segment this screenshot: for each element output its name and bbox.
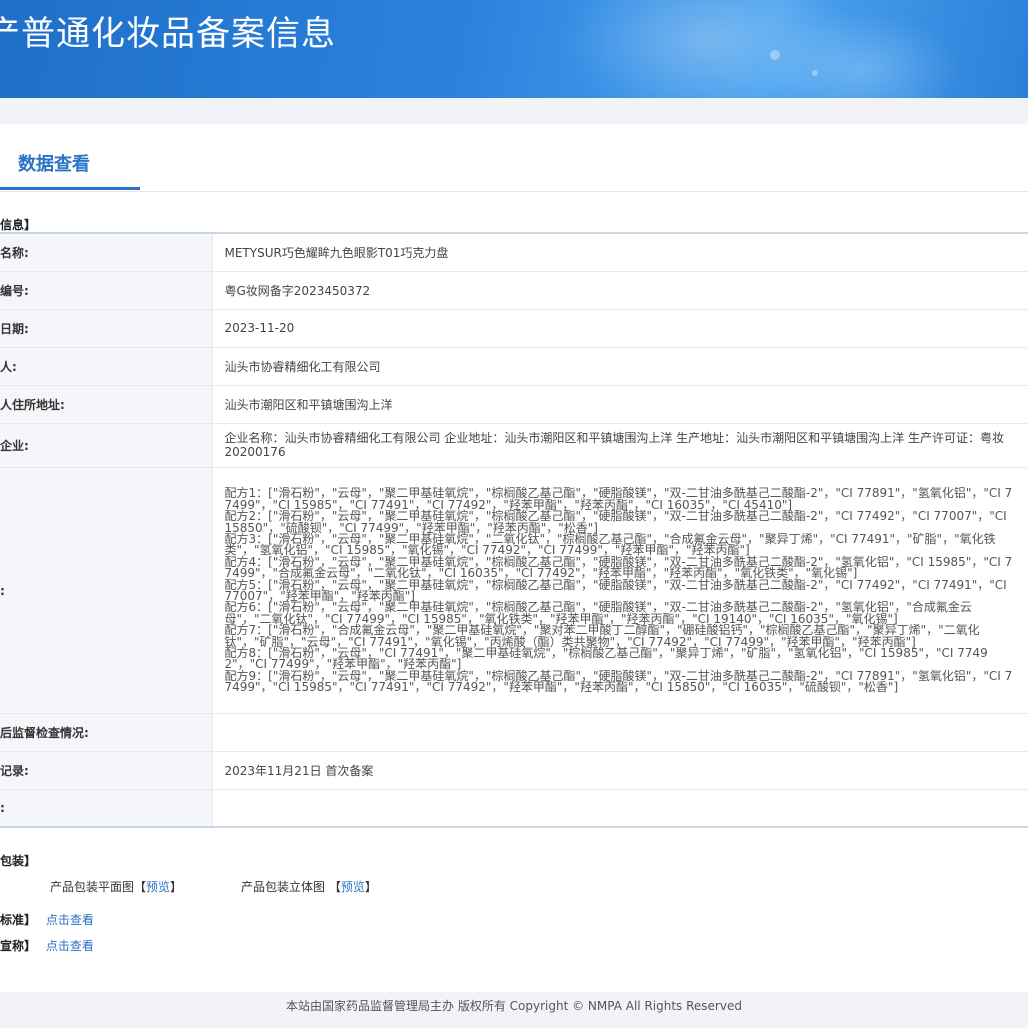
header-banner: 产普通化妆品备案信息: [0, 0, 1028, 98]
tab-bar: 数据查看: [0, 124, 1028, 192]
formula-item: 配方2：["滑石粉"，"云母"，"聚二甲基硅氧烷"，"棕榈酸乙基己酯"，"硬脂酸…: [224, 509, 1007, 535]
table-row: 注:: [0, 788, 1028, 828]
package-3d-row: 产品包装立体图 【预览】: [241, 878, 377, 895]
package-flat-preview-link[interactable]: 预览: [146, 880, 170, 894]
banner-dot: [770, 50, 780, 60]
formula-item: 配方7：["滑石粉"，"合成氟金云母"，"聚二甲基硅氧烷"，"聚对苯二甲酸丁二醇…: [224, 623, 980, 649]
table-row: 分: 配方1：["滑石粉"，"云母"，"聚二甲基硅氧烷"，"棕榈酸乙基己酯"，"…: [0, 466, 1028, 713]
formula-item: 配方8：["滑石粉"，"云母"，"CI 77491"，"聚二甲基硅氧烷"，"棕榈…: [224, 646, 988, 672]
product-info-table: 品名称: METYSUR巧色耀眸九色眼影T01巧克力盘 案编号: 粤G妆网备字2…: [0, 232, 1028, 828]
table-row: 案人住所地址: 汕头市潮阳区和平镇塘围沟上洋: [0, 384, 1028, 423]
bracket: 】: [170, 880, 183, 894]
row-label: 分:: [0, 466, 213, 713]
standard-label: 行标准】: [0, 913, 37, 927]
section-title-product-info: 品信息】: [0, 218, 37, 232]
package-flat-label: 产品包装平面图: [50, 880, 135, 894]
formula-item: 配方4：["滑石粉"，"云母"，"聚二甲基硅氧烷"，"棕榈酸乙基己酯"，"硬脂酸…: [224, 554, 1013, 581]
supervision-value: [212, 712, 1028, 751]
banner-dot: [812, 70, 818, 76]
remarks-value: [212, 788, 1028, 828]
table-row: 案日期: 2023-11-20: [0, 308, 1028, 347]
registrant-value: 汕头市协睿精细化工有限公司: [212, 346, 1028, 385]
formula-item: 配方5：["滑石粉"，"云母"，"聚二甲基硅氧烷"，"棕榈酸乙基己酯"，"硬脂酸…: [224, 577, 1007, 603]
formula-item: 配方1：["滑石粉"，"云母"，"聚二甲基硅氧烷"，"棕榈酸乙基己酯"，"硬脂酸…: [224, 486, 1013, 512]
row-label: 史记录:: [0, 750, 213, 789]
product-name-value: METYSUR巧色耀眸九色眼影T01巧克力盘: [212, 232, 1028, 271]
table-row: 案后监督检查情况:: [0, 712, 1028, 751]
history-value: 2023年11月21日 首次备案: [212, 750, 1028, 789]
formula-item: 配方6：["滑石粉"，"云母"，"聚二甲基硅氧烷"，"棕榈酸乙基己酯"，"硬脂酸…: [224, 600, 972, 626]
page-title: 产普通化妆品备案信息: [0, 14, 336, 54]
row-label: 案人:: [0, 346, 213, 385]
standard-row: 行标准】 点击查看: [0, 911, 94, 928]
header-band: [0, 98, 1028, 124]
standard-view-link[interactable]: 点击查看: [46, 913, 94, 927]
row-label: 注:: [0, 788, 213, 828]
table-row: 案人: 汕头市协睿精细化工有限公司: [0, 346, 1028, 385]
row-label: 案编号:: [0, 270, 213, 309]
bracket: 【: [134, 880, 147, 894]
table-row: 案编号: 粤G妆网备字2023450372: [0, 270, 1028, 309]
ingredients-value: 配方1：["滑石粉"，"云母"，"聚二甲基硅氧烷"，"棕榈酸乙基己酯"，"硬脂酸…: [212, 466, 1028, 713]
row-label: 产企业:: [0, 422, 213, 467]
bracket: 】: [364, 880, 377, 894]
efficacy-view-link[interactable]: 点击查看: [46, 939, 94, 953]
efficacy-row: 效宣称】 点击查看: [0, 937, 94, 954]
footer-copyright: 本站由国家药品监督管理局主办 版权所有 Copyright © NMPA All…: [286, 999, 742, 1013]
table-row: 品名称: METYSUR巧色耀眸九色眼影T01巧克力盘: [0, 232, 1028, 271]
efficacy-label: 效宣称】: [0, 939, 37, 953]
table-row: 产企业: 企业名称：汕头市协睿精细化工有限公司 企业地址：汕头市潮阳区和平镇塘围…: [0, 422, 1028, 467]
tab-data-view[interactable]: 数据查看: [18, 150, 90, 176]
tab-underline: [0, 187, 140, 190]
registrant-address-value: 汕头市潮阳区和平镇塘围沟上洋: [212, 384, 1028, 423]
row-label: 案人住所地址:: [0, 384, 213, 423]
package-3d-label: 产品包装立体图: [241, 880, 326, 894]
package-flat-row: 产品包装平面图【预览】: [50, 878, 182, 895]
footer: 本站由国家药品监督管理局主办 版权所有 Copyright © NMPA All…: [0, 992, 1028, 1028]
formula-item: 配方3：["滑石粉"，"云母"，"聚二甲基硅氧烷"，"二氧化钛"，"棕榈酸乙基己…: [224, 531, 996, 558]
table-row: 史记录: 2023年11月21日 首次备案: [0, 750, 1028, 789]
row-label: 品名称:: [0, 232, 213, 271]
package-3d-preview-link[interactable]: 预览: [341, 880, 365, 894]
record-date-value: 2023-11-20: [212, 308, 1028, 347]
manufacturer-value: 企业名称：汕头市协睿精细化工有限公司 企业地址：汕头市潮阳区和平镇塘围沟上洋 生…: [212, 422, 1028, 467]
record-number-value: 粤G妆网备字2023450372: [212, 270, 1028, 309]
row-label: 案日期:: [0, 308, 213, 347]
section-title-packaging: 品包装】: [0, 854, 37, 868]
row-label: 案后监督检查情况:: [0, 712, 213, 751]
formula-item: 配方9：["滑石粉"，"云母"，"聚二甲基硅氧烷"，"棕榈酸乙基己酯"，"硬脂酸…: [224, 668, 1013, 695]
bracket: 【: [328, 880, 341, 894]
